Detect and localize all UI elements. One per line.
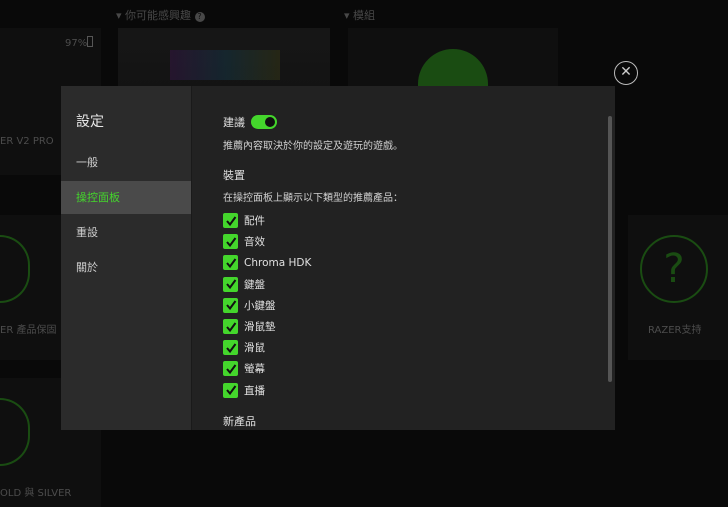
checkbox-item[interactable]: 小鍵盤 xyxy=(223,295,615,316)
settings-content: 建議 推薦內容取決於你的設定及遊玩的遊戲。 裝置 在操控面板上顯示以下類型的推薦… xyxy=(192,86,615,430)
checkbox-item[interactable]: 滑鼠 xyxy=(223,337,615,358)
checkbox-checked-icon[interactable] xyxy=(223,213,238,229)
checkbox-item[interactable]: 滑鼠墊 xyxy=(223,316,615,337)
checkbox-checked-icon[interactable] xyxy=(223,276,238,292)
nav-reset[interactable]: 重設 xyxy=(61,216,191,249)
checkbox-label: 配件 xyxy=(244,215,265,228)
devices-description: 在操控面板上顯示以下類型的推薦產品： xyxy=(223,193,403,204)
checkbox-item[interactable]: 配件 xyxy=(223,210,615,231)
checkbox-label: 直播 xyxy=(244,384,265,397)
settings-dialog: 設定 一般 操控面板 重設 關於 建議 推薦內容取決於你的設定及遊玩的遊戲。 裝… xyxy=(61,86,615,430)
checkbox-item[interactable]: 鍵盤 xyxy=(223,274,615,295)
checkbox-item[interactable]: 直播 xyxy=(223,380,615,401)
checkbox-label: 滑鼠 xyxy=(244,342,265,355)
nav-general[interactable]: 一般 xyxy=(61,146,191,179)
devices-heading: 裝置 xyxy=(223,169,245,182)
suggest-toggle[interactable] xyxy=(251,115,277,129)
checkbox-label: 鍵盤 xyxy=(244,278,265,291)
checkbox-checked-icon[interactable] xyxy=(223,340,238,356)
checkbox-label: 螢幕 xyxy=(244,363,265,376)
suggest-description: 推薦內容取決於你的設定及遊玩的遊戲。 xyxy=(223,141,403,152)
settings-sidebar: 設定 一般 操控面板 重設 關於 xyxy=(61,86,192,430)
checkbox-checked-icon[interactable] xyxy=(223,297,238,313)
nav-about[interactable]: 關於 xyxy=(61,251,191,284)
checkbox-checked-icon[interactable] xyxy=(223,319,238,335)
checkbox-label: 音效 xyxy=(244,236,265,249)
checkbox-checked-icon[interactable] xyxy=(223,234,238,250)
close-icon[interactable]: ✕ xyxy=(614,61,638,85)
settings-title: 設定 xyxy=(76,114,104,130)
scrollbar[interactable] xyxy=(608,116,612,382)
checkbox-label: 滑鼠墊 xyxy=(244,321,276,334)
checkbox-checked-icon[interactable] xyxy=(223,255,238,271)
nav-dashboard[interactable]: 操控面板 xyxy=(61,181,191,214)
new-products-heading: 新產品 xyxy=(223,414,256,428)
checkbox-checked-icon[interactable] xyxy=(223,382,238,398)
checkbox-checked-icon[interactable] xyxy=(223,361,238,377)
device-type-list: 配件音效 Chroma HDK 鍵盤小鍵盤滑鼠墊滑鼠螢幕直播 xyxy=(223,210,615,401)
checkbox-item[interactable]: 螢幕 xyxy=(223,358,615,379)
checkbox-item[interactable]: Chroma HDK xyxy=(223,252,615,273)
checkbox-item[interactable]: 音效 xyxy=(223,231,615,252)
checkbox-label: 小鍵盤 xyxy=(244,299,276,312)
suggest-label: 建議 xyxy=(223,116,245,129)
checkbox-label: Chroma HDK xyxy=(244,256,312,269)
